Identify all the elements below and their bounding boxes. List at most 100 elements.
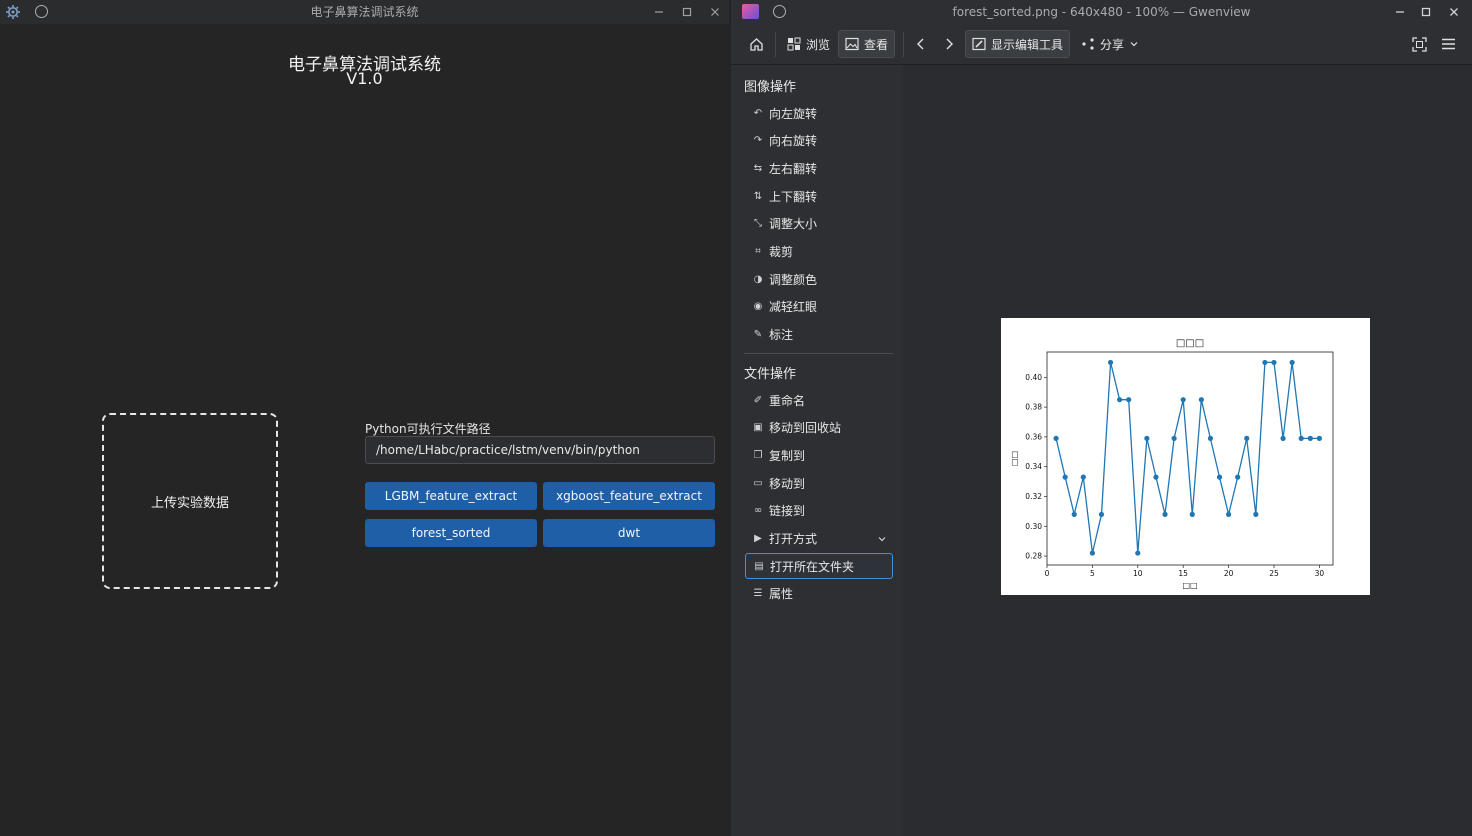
sidebar-item-label: 链接到	[769, 504, 806, 519]
sidebar-item-rename[interactable]: ✐ 重命名	[745, 387, 893, 413]
data-point	[1171, 435, 1177, 441]
line-chart: □□□□□□□0 5 10 15 20 25 300.280.300.320.340.360…	[1010, 338, 1334, 590]
sidebar-item-flip-horizontal[interactable]: ⇆ 左右翻转	[745, 155, 893, 181]
y-tick-label: 0.40	[1025, 373, 1042, 382]
maximize-icon[interactable]	[1417, 3, 1435, 21]
data-point	[1098, 511, 1105, 517]
fullscreen-icon	[1412, 36, 1427, 52]
left-window-title: 电子鼻算法调试系统	[310, 5, 419, 19]
series-line	[1055, 361, 1320, 554]
share-button[interactable]: 分享	[1075, 30, 1145, 58]
view-button[interactable]: 查看	[838, 30, 896, 58]
data-point	[1189, 511, 1195, 517]
y-tick-label: 0.36	[1025, 432, 1042, 441]
sidebar-item-label: 复制到	[769, 448, 806, 463]
sidebar-item-label: 调整大小	[769, 217, 818, 232]
dwt-button[interactable]: dwt	[543, 519, 715, 547]
sidebar-item-resize[interactable]: ⤡ 调整大小	[745, 211, 893, 237]
xgboost-feature-extract-button[interactable]: xgboost_feature_extract	[543, 482, 715, 510]
minimize-icon[interactable]	[650, 3, 668, 21]
sidebar-item-rotate-left[interactable]: ↶ 向左旋转	[745, 100, 893, 126]
sidebar-item-annotate[interactable]: ✎ 标注	[745, 322, 893, 348]
x-tick-label: 25	[1269, 569, 1279, 578]
toolbar-separator	[903, 32, 904, 57]
sidebar-item-open-with[interactable]: ▶ 打开方式	[745, 526, 893, 552]
properties-icon: ☰	[753, 588, 763, 600]
home-button[interactable]	[743, 30, 770, 58]
folder-icon: ▤	[754, 560, 764, 572]
close-icon[interactable]	[706, 3, 724, 21]
upload-data-dropzone[interactable]: 上传实验数据	[102, 413, 278, 589]
sidebar-item-label: 重命名	[769, 393, 806, 408]
chevron-down-icon[interactable]	[877, 534, 887, 544]
chevron-left-icon	[917, 38, 924, 50]
sidebar-item-label: 裁剪	[769, 245, 794, 259]
sidebar-item-label: 标注	[769, 328, 794, 343]
rotate-left-icon: ↶	[753, 107, 763, 119]
data-point	[1280, 435, 1286, 441]
sidebar-item-properties[interactable]: ☰ 属性	[745, 581, 893, 607]
sidebar-item-red-eye[interactable]: ◉ 减轻红眼	[745, 294, 893, 320]
y-tick-label: 0.32	[1025, 492, 1042, 501]
data-point	[1244, 435, 1250, 441]
data-point	[1262, 359, 1268, 366]
gwenview-app-icon[interactable]	[742, 4, 759, 19]
sidebar-item-rotate-right[interactable]: ↷ 向右旋转	[745, 128, 893, 154]
fullscreen-button[interactable]	[1406, 30, 1433, 58]
displayed-plot-image: □□□ □□ □□ 0 5 10 15 20 25 30 0.28 0.30 0.32 0.34 0.36 0…	[1001, 318, 1370, 595]
share-label: 分享	[1100, 37, 1125, 52]
minimize-icon[interactable]	[1391, 3, 1409, 21]
link-icon: ∞	[753, 505, 763, 517]
file-ops-title: 文件操作	[744, 367, 797, 382]
sidebar-item-label: 上下翻转	[769, 189, 818, 204]
sidebar-item-flip-vertical[interactable]: ⇅ 上下翻转	[745, 183, 893, 209]
image-icon	[845, 37, 859, 51]
data-point	[1225, 511, 1232, 517]
x-axis-label: □□	[1182, 581, 1197, 590]
forest-sorted-button[interactable]: forest_sorted	[365, 519, 537, 547]
sidebar-item-adjust-color[interactable]: ◑ 调整颜色	[745, 266, 893, 292]
browse-button[interactable]: 浏览	[781, 30, 836, 58]
home-icon	[750, 37, 763, 51]
keep-above-icon[interactable]	[35, 5, 48, 18]
sidebar-item-move[interactable]: ▭ 移动到	[745, 470, 893, 496]
left-titlebar: 电子鼻算法调试系统	[0, 0, 729, 24]
lgbm-feature-extract-button[interactable]: LGBM_feature_extract	[365, 482, 537, 510]
operations-sidebar: 图像操作 ↶ 向左旋转 ↷ 向右旋转 ⇆ 左右翻转 ⇅ 上下翻转 ⤡ 调整大小 ⌗ 裁剪 ◑ 调整颜色 ◉ 减…	[731, 65, 903, 836]
data-point	[1207, 435, 1214, 441]
data-point	[1135, 550, 1141, 556]
sidebar-item-label: 向左旋转	[769, 106, 818, 121]
move-icon: ▭	[753, 477, 763, 489]
crop-icon: ⌗	[755, 246, 761, 257]
close-icon[interactable]	[1445, 3, 1463, 21]
sidebar-item-trash[interactable]: ▣ 移动到回收站	[745, 415, 893, 441]
sidebar-item-link[interactable]: ∞ 链接到	[745, 498, 893, 524]
sidebar-item-folder[interactable]: ▤ 打开所在文件夹	[745, 553, 893, 580]
sidebar-item-label: 打开所在文件夹	[770, 559, 855, 574]
y-tick-label: 0.38	[1025, 403, 1042, 412]
keep-above-icon[interactable]	[773, 5, 786, 18]
maximize-icon[interactable]	[678, 3, 696, 21]
image-viewer[interactable]: □□□ □□ □□ 0 5 10 15 20 25 30 0.28 0.30 0.32 0.34 0.36 0…	[903, 65, 1472, 836]
browse-label: 浏览	[806, 37, 831, 52]
app-gear-icon[interactable]	[5, 4, 21, 20]
sidebar-item-copy[interactable]: ❐ 复制到	[745, 442, 893, 468]
data-point	[1271, 359, 1277, 366]
hamburger-menu-button[interactable]	[1435, 30, 1462, 58]
data-point	[1316, 435, 1322, 441]
show-edit-tools-button[interactable]: 显示编辑工具	[965, 30, 1071, 58]
sidebar-item-label: 移动到回收站	[769, 421, 842, 436]
sidebar-item-label: 向右旋转	[769, 134, 818, 149]
data-point	[1071, 511, 1077, 517]
previous-button[interactable]	[909, 30, 933, 58]
python-path-input[interactable]	[365, 436, 715, 464]
app-version: V1.0	[346, 69, 383, 88]
trash-icon: ▣	[753, 422, 763, 434]
sidebar-item-crop[interactable]: ⌗ 裁剪	[745, 239, 893, 265]
sidebar-item-label: 调整颜色	[769, 272, 818, 287]
next-button[interactable]	[937, 30, 961, 58]
data-point	[1089, 550, 1095, 556]
data-point	[1307, 435, 1313, 441]
data-point	[1080, 474, 1086, 480]
flip-horizontal-icon: ⇆	[753, 162, 763, 174]
